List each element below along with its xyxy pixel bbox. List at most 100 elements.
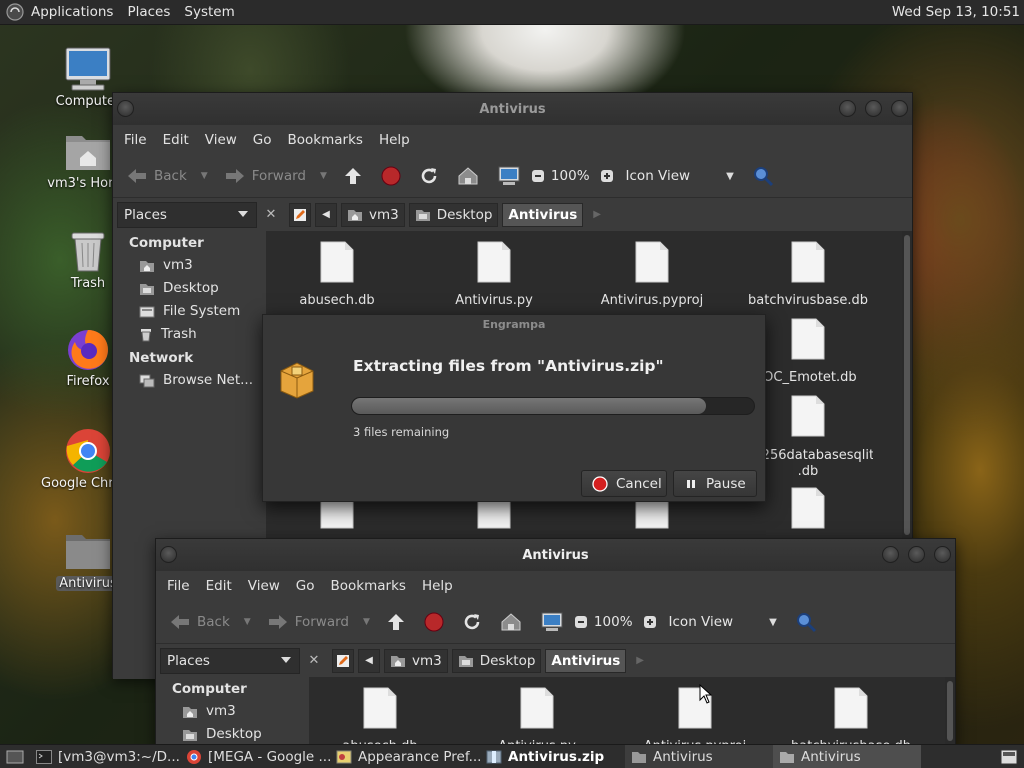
file-item[interactable]: abusech.db [315, 687, 445, 747]
mate-logo-icon[interactable] [6, 3, 24, 21]
minimize-button[interactable] [839, 100, 856, 117]
breadcrumb-left-button[interactable]: ◀ [358, 648, 380, 673]
sidebar-item-desktop[interactable]: Desktop [156, 723, 306, 746]
scrollbar-thumb[interactable] [947, 681, 953, 741]
menu-help[interactable]: Help [371, 132, 418, 148]
taskbar-item-terminal[interactable]: [vm3@vm3:~/D... [30, 745, 180, 768]
menu-file[interactable]: File [116, 132, 155, 148]
menu-places[interactable]: Places [120, 0, 177, 25]
zoom-in-button[interactable] [638, 607, 662, 637]
zoom-out-button[interactable]: 100% [569, 607, 638, 637]
computer-button[interactable] [535, 607, 569, 637]
stop-button[interactable] [419, 607, 449, 637]
file-item[interactable]: batchvirusbase.db [743, 241, 873, 308]
file-item[interactable]: Antivirus.py [472, 687, 602, 747]
reload-button[interactable] [414, 161, 444, 191]
menu-edit[interactable]: Edit [155, 132, 197, 148]
file-item[interactable]: Antivirus.pyproj [630, 687, 760, 747]
sidebar-item-trash[interactable]: Trash [113, 323, 263, 346]
workspace-switcher-icon[interactable] [1000, 748, 1018, 766]
home-button[interactable] [495, 607, 527, 637]
search-button[interactable] [790, 607, 822, 637]
close-sidebar-icon[interactable]: ✕ [304, 651, 324, 671]
breadcrumb-item-desktop[interactable]: Desktop [451, 648, 542, 673]
menu-view[interactable]: View [240, 578, 288, 594]
reload-button[interactable] [457, 607, 487, 637]
up-button[interactable] [338, 161, 368, 191]
chevron-down-icon[interactable]: ▼ [244, 617, 251, 627]
maximize-button[interactable] [908, 546, 925, 563]
menu-view[interactable]: View [197, 132, 245, 148]
forward-button[interactable]: Forward ▼ [219, 161, 332, 191]
view-mode-select[interactable]: Icon View ▼ [664, 607, 782, 637]
breadcrumb-left-button[interactable]: ◀ [315, 202, 337, 227]
chevron-down-icon[interactable]: ▼ [363, 617, 370, 627]
view-mode-select[interactable]: Icon View ▼ [621, 161, 739, 191]
scrollbar[interactable] [945, 677, 955, 747]
show-desktop-icon[interactable] [0, 750, 30, 764]
stop-button[interactable] [376, 161, 406, 191]
up-button[interactable] [381, 607, 411, 637]
back-button[interactable]: Back ▼ [164, 607, 256, 637]
taskbar-item-chrome[interactable]: [MEGA - Google ... [180, 745, 330, 768]
taskbar-item-archive[interactable]: Antivirus.zip [480, 745, 625, 768]
places-dropdown[interactable]: Places [117, 201, 257, 228]
breadcrumb-item-vm3[interactable]: vm3 [341, 202, 405, 227]
close-sidebar-icon[interactable]: ✕ [261, 205, 281, 225]
search-button[interactable] [747, 161, 779, 191]
zoom-out-button[interactable]: 100% [526, 161, 595, 191]
minimize-button[interactable] [882, 546, 899, 563]
scrollbar-thumb[interactable] [904, 235, 910, 535]
window-titlebar[interactable]: Antivirus [113, 93, 912, 125]
breadcrumb-right-button[interactable]: ▶ [636, 655, 644, 666]
sidebar-item-browse-network[interactable]: Browse Net... [113, 369, 263, 392]
chevron-down-icon[interactable]: ▼ [201, 171, 208, 181]
window-titlebar[interactable]: Antivirus [156, 539, 955, 571]
menu-bookmarks[interactable]: Bookmarks [280, 132, 371, 148]
menu-system[interactable]: System [177, 0, 241, 25]
window-menu-button[interactable] [160, 546, 177, 563]
file-item[interactable]: Antivirus.pyproj [587, 241, 717, 308]
back-button[interactable]: Back ▼ [121, 161, 213, 191]
breadcrumb-item-vm3[interactable]: vm3 [384, 648, 448, 673]
breadcrumb-item-desktop[interactable]: Desktop [408, 202, 499, 227]
zoom-in-button[interactable] [595, 161, 619, 191]
taskbar-item-appearance[interactable]: Appearance Pref... [330, 745, 480, 768]
file-view[interactable]: abusech.db Antivirus.py Antivirus.pyproj… [309, 677, 955, 747]
pause-button[interactable]: Pause [673, 470, 757, 497]
menu-applications[interactable]: Applications [24, 0, 120, 25]
sidebar-item-file-system[interactable]: File System [113, 300, 263, 323]
sidebar-item-vm3[interactable]: vm3 [156, 700, 306, 723]
menu-bookmarks[interactable]: Bookmarks [323, 578, 414, 594]
sidebar-item-desktop[interactable]: Desktop [113, 277, 263, 300]
close-button[interactable] [891, 100, 908, 117]
clock[interactable]: Wed Sep 13, 10:51 [892, 4, 1024, 20]
home-button[interactable] [452, 161, 484, 191]
forward-button[interactable]: Forward ▼ [262, 607, 375, 637]
close-button[interactable] [934, 546, 951, 563]
taskbar-item-antivirus-2[interactable]: Antivirus [773, 744, 921, 768]
places-dropdown[interactable]: Places [160, 647, 300, 674]
breadcrumb-item-antivirus[interactable]: Antivirus [502, 202, 584, 227]
dialog-title[interactable]: Engrampa [263, 315, 765, 335]
file-name: batchvirusbase.db [748, 293, 868, 308]
file-item[interactable]: batchvirusbase.db [786, 687, 916, 747]
taskbar-item-antivirus-1[interactable]: Antivirus [625, 744, 773, 768]
chevron-down-icon[interactable]: ▼ [320, 171, 327, 181]
menu-help[interactable]: Help [414, 578, 461, 594]
cancel-button[interactable]: Cancel [581, 470, 667, 497]
file-item[interactable]: Antivirus.py [429, 241, 559, 308]
breadcrumb-right-button[interactable]: ▶ [593, 209, 601, 220]
breadcrumb-item-antivirus[interactable]: Antivirus [545, 648, 627, 673]
file-item[interactable]: abusech.db [272, 241, 402, 308]
menu-go[interactable]: Go [245, 132, 280, 148]
menu-edit[interactable]: Edit [198, 578, 240, 594]
window-menu-button[interactable] [117, 100, 134, 117]
maximize-button[interactable] [865, 100, 882, 117]
edit-location-button[interactable] [332, 648, 354, 673]
menu-file[interactable]: File [159, 578, 198, 594]
menu-go[interactable]: Go [288, 578, 323, 594]
edit-location-button[interactable] [289, 202, 311, 227]
sidebar-item-vm3[interactable]: vm3 [113, 254, 263, 277]
computer-button[interactable] [492, 161, 526, 191]
